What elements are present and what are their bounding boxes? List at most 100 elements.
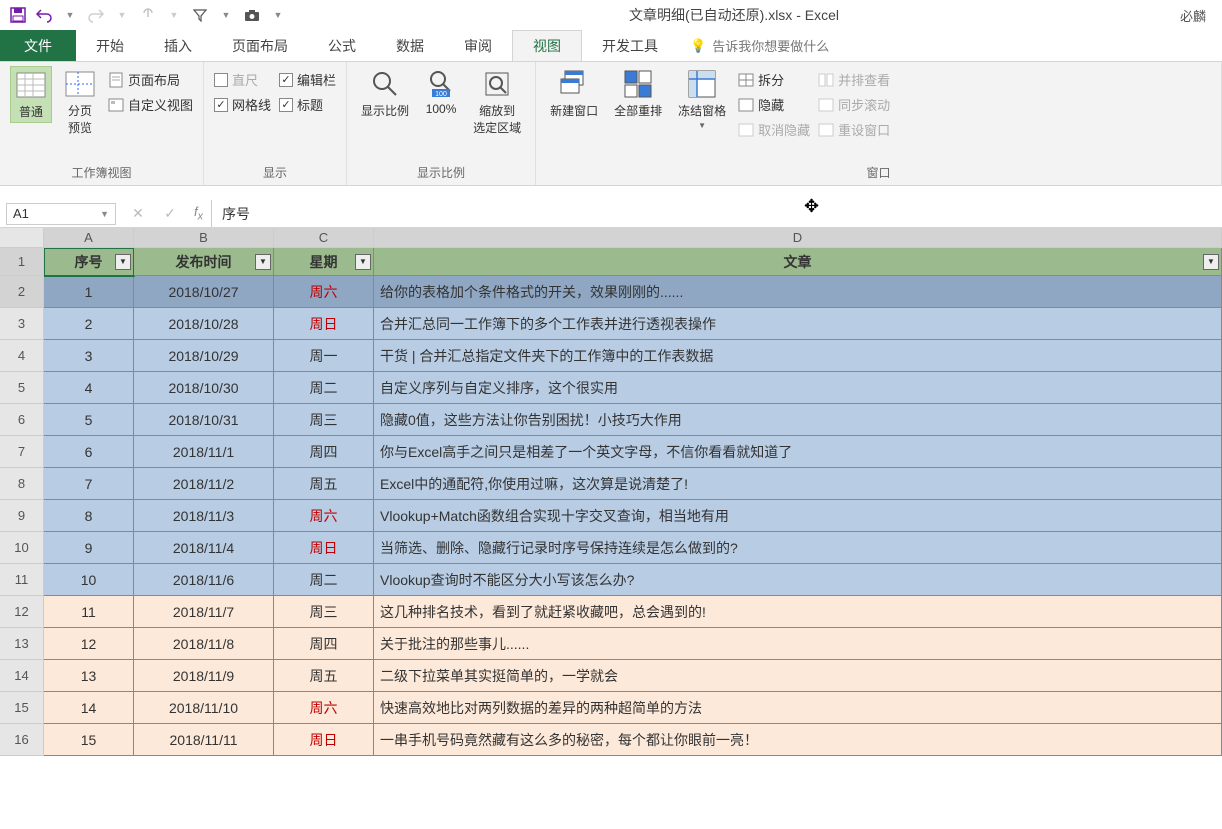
- row-header-4[interactable]: 4: [0, 340, 43, 372]
- camera-icon[interactable]: [242, 5, 262, 25]
- cell[interactable]: 2018/10/31: [134, 404, 274, 436]
- row-header-1[interactable]: 1: [0, 248, 43, 276]
- cell[interactable]: 4: [44, 372, 134, 404]
- cell[interactable]: 自定义序列与自定义排序，这个很实用: [374, 372, 1222, 404]
- tab-page-layout[interactable]: 页面布局: [212, 30, 308, 61]
- cell[interactable]: 2018/11/2: [134, 468, 274, 500]
- cell[interactable]: 你与Excel高手之间只是相差了一个英文字母，不信你看看就知道了: [374, 436, 1222, 468]
- cell[interactable]: 周六: [274, 500, 374, 532]
- row-header-3[interactable]: 3: [0, 308, 43, 340]
- tab-formulas[interactable]: 公式: [308, 30, 376, 61]
- touch-icon[interactable]: [138, 5, 158, 25]
- redo-dropdown-icon[interactable]: ▼: [112, 5, 132, 25]
- cell[interactable]: 2018/11/1: [134, 436, 274, 468]
- cell[interactable]: 周三: [274, 596, 374, 628]
- tab-insert[interactable]: 插入: [144, 30, 212, 61]
- cell[interactable]: 周日: [274, 532, 374, 564]
- row-header-13[interactable]: 13: [0, 628, 43, 660]
- cell[interactable]: 周二: [274, 372, 374, 404]
- formulabar-checkbox[interactable]: 编辑栏: [279, 70, 336, 89]
- filter-button-A[interactable]: ▼: [115, 254, 131, 270]
- name-box[interactable]: A1 ▼: [6, 203, 116, 225]
- tab-review[interactable]: 审阅: [444, 30, 512, 61]
- row-header-2[interactable]: 2: [0, 276, 43, 308]
- row-header-7[interactable]: 7: [0, 436, 43, 468]
- tab-data[interactable]: 数据: [376, 30, 444, 61]
- cell[interactable]: 1: [44, 276, 134, 308]
- cell[interactable]: 周四: [274, 628, 374, 660]
- cell[interactable]: 2018/10/29: [134, 340, 274, 372]
- cell[interactable]: 周四: [274, 436, 374, 468]
- cell[interactable]: 干货 | 合并汇总指定文件夹下的工作簿中的工作表数据: [374, 340, 1222, 372]
- name-box-dropdown-icon[interactable]: ▼: [100, 209, 109, 219]
- header-cell-article[interactable]: 文章▼: [374, 248, 1222, 276]
- cell[interactable]: 2: [44, 308, 134, 340]
- custom-views-button[interactable]: 自定义视图: [108, 95, 193, 114]
- cell[interactable]: 周六: [274, 692, 374, 724]
- cell[interactable]: 合并汇总同一工作簿下的多个工作表并进行透视表操作: [374, 308, 1222, 340]
- cell[interactable]: 2018/10/27: [134, 276, 274, 308]
- cell[interactable]: 2018/10/28: [134, 308, 274, 340]
- undo-dropdown-icon[interactable]: ▼: [60, 5, 80, 25]
- cell[interactable]: 当筛选、删除、隐藏行记录时序号保持连续是怎么做到的?: [374, 532, 1222, 564]
- header-cell-date[interactable]: 发布时间▼: [134, 248, 274, 276]
- cell[interactable]: 周五: [274, 468, 374, 500]
- normal-view-button[interactable]: 普通: [10, 66, 52, 123]
- cell[interactable]: 11: [44, 596, 134, 628]
- pagebreak-preview-button[interactable]: 分页 预览: [60, 66, 100, 138]
- cell[interactable]: 3: [44, 340, 134, 372]
- cell[interactable]: 15: [44, 724, 134, 756]
- cell[interactable]: 周五: [274, 660, 374, 692]
- cell[interactable]: 周三: [274, 404, 374, 436]
- filter-button-D[interactable]: ▼: [1203, 254, 1219, 270]
- cell[interactable]: 2018/11/10: [134, 692, 274, 724]
- filter-button-C[interactable]: ▼: [355, 254, 371, 270]
- tab-file[interactable]: 文件: [0, 30, 76, 61]
- cell[interactable]: Excel中的通配符,你使用过嘛，这次算是说清楚了!: [374, 468, 1222, 500]
- formula-input[interactable]: 序号: [211, 200, 1222, 227]
- cell[interactable]: 6: [44, 436, 134, 468]
- row-header-11[interactable]: 11: [0, 564, 43, 596]
- col-header-B[interactable]: B: [134, 228, 274, 248]
- cell[interactable]: 2018/11/7: [134, 596, 274, 628]
- touch-dropdown-icon[interactable]: ▼: [164, 5, 184, 25]
- cell[interactable]: 2018/11/4: [134, 532, 274, 564]
- cell[interactable]: 周日: [274, 308, 374, 340]
- grid-body[interactable]: 序号▼ 发布时间▼ 星期▼ 文章▼ 12018/10/27周六给你的表格加个条件…: [44, 248, 1222, 756]
- cell[interactable]: 14: [44, 692, 134, 724]
- header-cell-seq[interactable]: 序号▼: [44, 248, 134, 276]
- cell[interactable]: 关于批注的那些事儿......: [374, 628, 1222, 660]
- row-header-10[interactable]: 10: [0, 532, 43, 564]
- cell[interactable]: 13: [44, 660, 134, 692]
- cell[interactable]: 周日: [274, 724, 374, 756]
- filter-icon[interactable]: [190, 5, 210, 25]
- redo-icon[interactable]: [86, 5, 106, 25]
- cell[interactable]: 8: [44, 500, 134, 532]
- cell[interactable]: 10: [44, 564, 134, 596]
- cell[interactable]: 2018/11/3: [134, 500, 274, 532]
- cell[interactable]: Vlookup查询时不能区分大小写该怎么办?: [374, 564, 1222, 596]
- row-header-16[interactable]: 16: [0, 724, 43, 756]
- arrange-all-button[interactable]: 全部重排: [610, 66, 666, 121]
- header-cell-week[interactable]: 星期▼: [274, 248, 374, 276]
- zoom-button[interactable]: 显示比例: [357, 66, 413, 121]
- save-icon[interactable]: [8, 5, 28, 25]
- zoom-100-button[interactable]: 100 100%: [421, 66, 461, 118]
- undo-icon[interactable]: [34, 5, 54, 25]
- row-header-6[interactable]: 6: [0, 404, 43, 436]
- cell[interactable]: 5: [44, 404, 134, 436]
- cell[interactable]: 2018/11/11: [134, 724, 274, 756]
- filter-button-B[interactable]: ▼: [255, 254, 271, 270]
- filter-dropdown-icon[interactable]: ▼: [216, 5, 236, 25]
- cell[interactable]: 周一: [274, 340, 374, 372]
- cell[interactable]: 12: [44, 628, 134, 660]
- row-header-15[interactable]: 15: [0, 692, 43, 724]
- tab-view[interactable]: 视图: [512, 30, 582, 61]
- row-header-5[interactable]: 5: [0, 372, 43, 404]
- fx-icon[interactable]: fx: [186, 204, 211, 223]
- cell[interactable]: 快速高效地比对两列数据的差异的两种超简单的方法: [374, 692, 1222, 724]
- col-header-C[interactable]: C: [274, 228, 374, 248]
- tab-home[interactable]: 开始: [76, 30, 144, 61]
- new-window-button[interactable]: 新建窗口: [546, 66, 602, 121]
- cell[interactable]: 这几种排名技术，看到了就赶紧收藏吧，总会遇到的!: [374, 596, 1222, 628]
